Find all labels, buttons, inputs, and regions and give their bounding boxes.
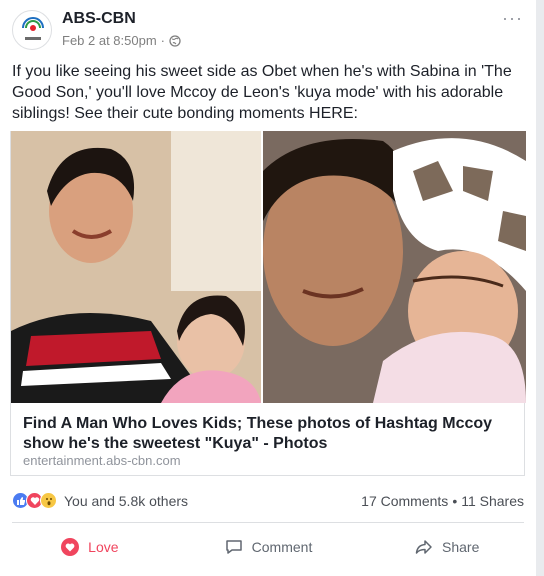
link-photos[interactable] — [11, 131, 526, 403]
photo-left-illustration — [11, 131, 261, 403]
link-title[interactable]: Find A Man Who Loves Kids; These photos … — [23, 414, 513, 454]
photo-mccoy-selfie-with-baby[interactable] — [263, 131, 526, 403]
love-button[interactable]: Love — [0, 532, 179, 562]
share-button[interactable]: Share — [357, 532, 536, 562]
page-avatar[interactable] — [12, 10, 52, 50]
comment-icon — [225, 540, 242, 554]
shares-count[interactable]: 11 Shares — [461, 493, 524, 509]
link-domain: entertainment.abs-cbn.com — [23, 453, 181, 468]
stats-separator: • — [452, 493, 458, 509]
reaction-count[interactable]: You and 5.8k others — [64, 493, 188, 509]
post-card: ABS-CBN Feb 2 at 8:50pm · ··· If you lik… — [0, 0, 544, 576]
comment-button[interactable]: Comment — [179, 532, 358, 562]
more-options-button[interactable]: ··· — [502, 8, 523, 29]
globe-icon — [169, 34, 181, 47]
abs-cbn-logo-icon — [22, 17, 44, 40]
link-preview[interactable]: Find A Man Who Loves Kids; These photos … — [10, 131, 526, 476]
reaction-icons[interactable] — [12, 492, 57, 509]
wow-reaction-icon — [40, 492, 57, 509]
reactions-bar: You and 5.8k others 17 Comments • 11 Sha… — [12, 492, 524, 512]
page-name[interactable]: ABS-CBN — [62, 10, 136, 28]
photo-right-illustration — [263, 131, 526, 403]
share-label: Share — [442, 539, 480, 555]
engagement-stats: 17 Comments • 11 Shares — [361, 493, 524, 509]
post-text: If you like seeing his sweet side as Obe… — [12, 63, 512, 122]
love-label: Love — [88, 539, 119, 555]
share-icon — [415, 540, 432, 554]
photo-mccoy-with-sibling[interactable] — [11, 131, 261, 403]
post-timestamp[interactable]: Feb 2 at 8:50pm — [62, 33, 157, 48]
comments-count[interactable]: 17 Comments — [361, 493, 448, 509]
post-meta: Feb 2 at 8:50pm · — [62, 33, 181, 48]
actions-divider — [12, 522, 524, 523]
meta-separator: · — [160, 33, 166, 48]
post-header: ABS-CBN Feb 2 at 8:50pm · ··· — [12, 6, 527, 54]
post-actions: Love Comment Share — [0, 532, 536, 562]
love-icon — [61, 538, 80, 556]
comment-label: Comment — [251, 539, 313, 555]
